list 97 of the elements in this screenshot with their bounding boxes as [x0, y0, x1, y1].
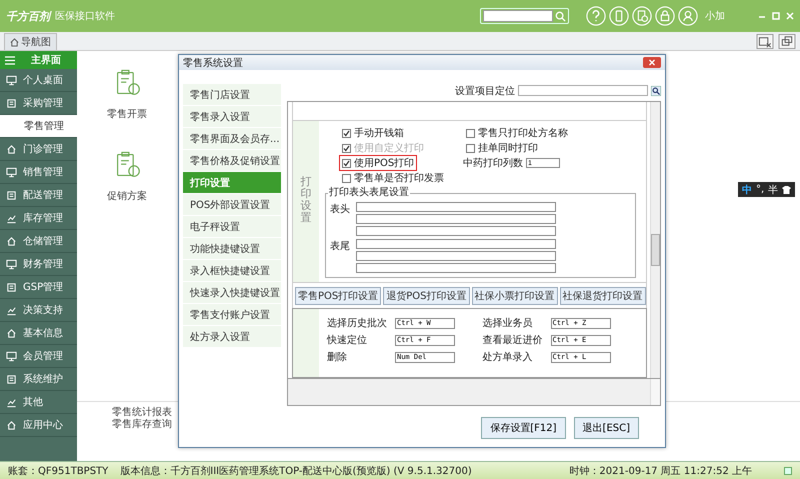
sidebar-item[interactable]: 决策支持 — [0, 299, 77, 322]
menu-icon[interactable] — [5, 56, 15, 64]
shortcut-label: 处方单录入 — [482, 350, 534, 364]
sidebar-item[interactable]: 仓储管理 — [0, 230, 77, 253]
product-name: 医保接口软件 — [55, 10, 115, 23]
settings-nav-item[interactable]: 零售支付账户设置 — [183, 304, 281, 326]
status-icon — [784, 466, 792, 474]
checkbox[interactable]: 零售只打印处方名称 — [463, 125, 571, 141]
account-text: 账套：QF951TBPSTY — [8, 464, 108, 478]
help-icon[interactable] — [586, 6, 606, 26]
dialog-button[interactable]: 保存设置[F12] — [481, 417, 566, 439]
settings-nav-item[interactable]: 零售门店设置 — [183, 84, 281, 106]
sidebar-item[interactable]: 应用中心 — [0, 414, 77, 437]
dialog-title: 零售系统设置 — [183, 56, 243, 70]
settings-nav-item[interactable]: POS外部设置设置 — [183, 194, 281, 216]
tile-label[interactable]: 零售开票 — [107, 107, 147, 121]
clipboard-badge-icon[interactable] — [115, 151, 141, 179]
lock-icon[interactable] — [655, 6, 675, 26]
sidebar-item[interactable]: 财务管理 — [0, 253, 77, 276]
user-name: 小加 — [705, 10, 725, 23]
shortcut-label: 查看最近进价 — [482, 334, 544, 347]
field-label: 表尾 — [330, 240, 351, 254]
list-icon — [6, 98, 17, 108]
settings-nav-item[interactable]: 电子秤设置 — [183, 216, 281, 238]
maximize-icon[interactable] — [772, 12, 780, 20]
input-field[interactable] — [356, 214, 556, 224]
input-field[interactable] — [356, 263, 556, 273]
shortcut-label: 选择历史批次 — [327, 316, 388, 330]
sidebar-item[interactable]: 其他 — [0, 391, 77, 414]
shortcut-label: 快速定位 — [327, 334, 368, 347]
close-icon[interactable] — [786, 12, 794, 20]
close-all-icon[interactable] — [756, 34, 774, 48]
input-field[interactable] — [356, 251, 556, 261]
field-label: 表头 — [330, 202, 351, 217]
check-icon — [343, 160, 350, 166]
dialog-button[interactable]: 退出[ESC] — [574, 417, 639, 439]
settings-nav-item[interactable]: 功能快捷键设置 — [183, 238, 281, 260]
section-title: 打印设置 — [300, 176, 312, 226]
locate-label: 设置项目定位 — [455, 84, 515, 98]
shortcut-label: 删除 — [327, 351, 348, 364]
sidebar-item[interactable]: 基本信息 — [0, 322, 77, 345]
settings-nav-item[interactable]: 快速录入快捷键设置 — [183, 282, 281, 304]
shortcut-label: 选择业务员 — [482, 316, 534, 330]
checkbox[interactable]: 挂单同时打印 — [463, 140, 541, 156]
locate-field[interactable] — [518, 84, 648, 98]
check-icon — [343, 130, 350, 136]
document-clock-icon[interactable] — [632, 6, 652, 26]
input-field[interactable] — [356, 226, 556, 236]
sidebar-item[interactable]: GSP管理 — [0, 276, 77, 299]
ime-mode[interactable]: 中 — [742, 182, 752, 196]
group-title: 打印表头表尾设置 — [328, 187, 410, 199]
sidebar-item[interactable]: 系统维护 — [0, 368, 77, 391]
version-text: 版本信息：千方百剂III医药管理系统TOP-配送中心版(预览版) (V 9.5.1.32700) — [120, 464, 473, 478]
scrollbar[interactable] — [650, 379, 660, 405]
checkbox[interactable]: 使用POS打印 — [339, 155, 418, 171]
shirt-icon[interactable] — [782, 186, 792, 194]
scrollbar[interactable] — [650, 102, 660, 378]
sidebar-item[interactable]: 个人桌面 — [0, 69, 77, 92]
tab[interactable]: 导航图 — [4, 33, 57, 50]
sidebar-item[interactable]: 零售管理 — [0, 115, 77, 138]
phone-icon[interactable] — [609, 6, 629, 26]
ime-width[interactable]: 半 — [768, 182, 778, 196]
close-icon[interactable] — [643, 57, 661, 68]
logo-text: 千方百剂 — [6, 8, 50, 24]
panel-side-strip — [293, 309, 319, 377]
checkbox[interactable]: 手动开钱箱 — [339, 125, 407, 141]
text-area[interactable] — [287, 379, 661, 406]
input-field[interactable] — [356, 202, 556, 212]
sidebar-item[interactable]: 销售管理 — [0, 161, 77, 184]
sidebar-item[interactable]: 库存管理 — [0, 207, 77, 230]
sidebar-item[interactable]: 配送管理 — [0, 184, 77, 207]
input-field[interactable] — [356, 239, 556, 249]
search-field[interactable] — [480, 8, 569, 24]
field-label: 中药打印列数 — [463, 156, 523, 170]
user-icon[interactable] — [678, 6, 698, 26]
clipboard-pill-icon[interactable] — [115, 69, 141, 97]
print-settings-button[interactable]: 退货POS打印设置 — [383, 287, 470, 305]
sidebar-title: 主界面 — [31, 53, 61, 67]
settings-nav-item[interactable]: 零售界面及会员存... — [183, 128, 281, 150]
scrollbar-thumb[interactable] — [651, 234, 660, 266]
checkbox[interactable]: 零售单是否打印发票 — [339, 170, 447, 186]
print-settings-button[interactable]: 社保小票打印设置 — [472, 287, 558, 305]
sidebar-item[interactable]: 门诊管理 — [0, 138, 77, 161]
search-icon[interactable] — [651, 86, 661, 96]
settings-nav-item[interactable]: 录入框快捷键设置 — [183, 260, 281, 282]
check-icon — [343, 144, 350, 152]
ime-punctuation[interactable]: °, — [756, 184, 764, 195]
home-icon — [10, 38, 19, 46]
tile-label[interactable]: 促销方案 — [107, 189, 147, 203]
settings-nav-item[interactable]: 零售录入设置 — [183, 106, 281, 128]
print-settings-button[interactable]: 社保退货打印设置 — [560, 287, 646, 305]
sidebar-item[interactable]: 会员管理 — [0, 345, 77, 368]
settings-nav-item[interactable]: 处方录入设置 — [183, 326, 281, 348]
clock-text: 时钟：2021-09-17 周五 11:27:52 上午 — [569, 464, 752, 478]
restore-icon[interactable] — [778, 34, 796, 48]
print-settings-button[interactable]: 零售POS打印设置 — [295, 287, 382, 305]
monitor-icon — [6, 74, 17, 86]
